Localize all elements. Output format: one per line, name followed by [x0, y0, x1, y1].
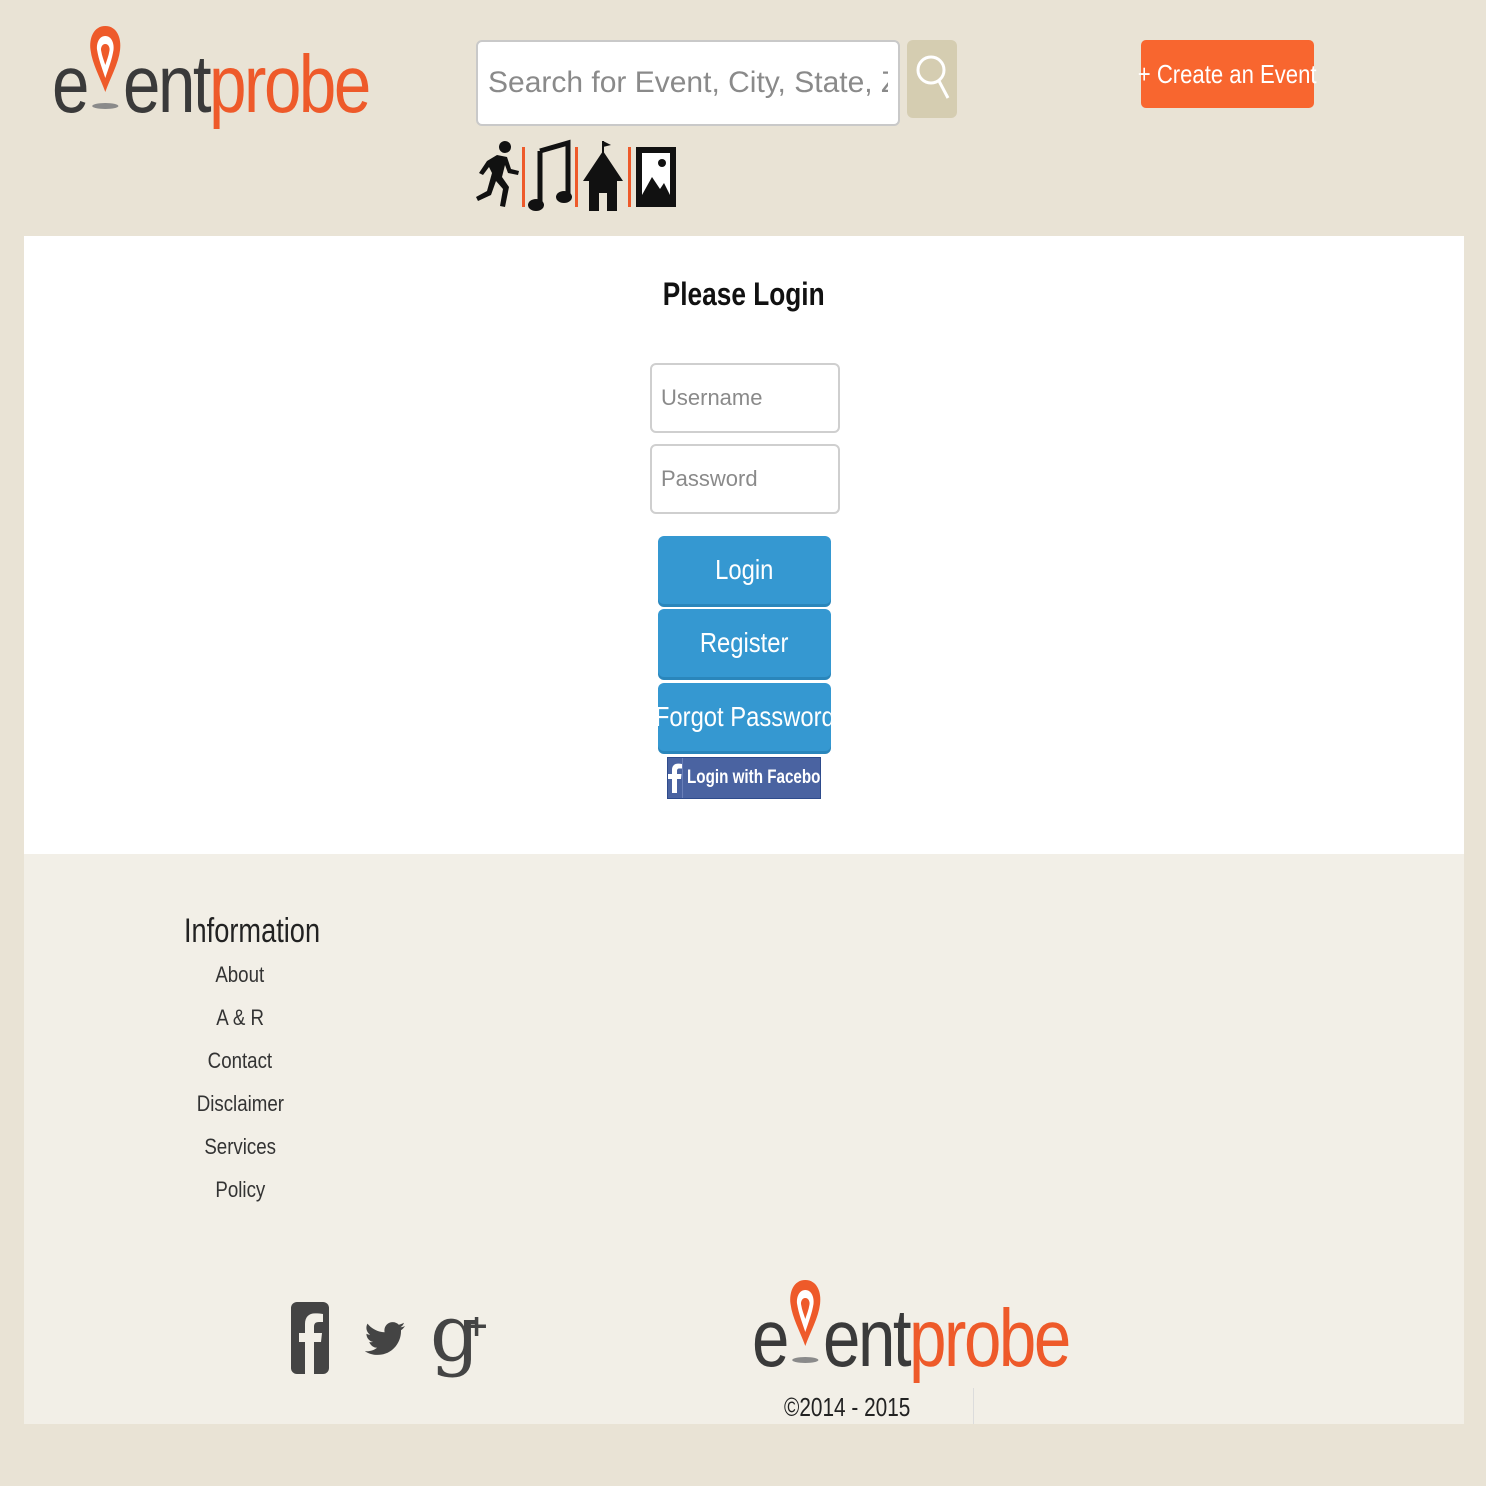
music-note-icon[interactable]: [527, 137, 573, 217]
sports-runner-icon[interactable]: [474, 137, 520, 217]
footer-link-services[interactable]: Services: [140, 1130, 340, 1173]
logo-text-probe: probe: [909, 1293, 1071, 1384]
forgot-password-button[interactable]: Forgot Password: [655, 683, 834, 751]
page-title: Please Login: [663, 276, 825, 312]
svg-text:+: +: [464, 1309, 489, 1344]
eventprobe-logo[interactable]: e ent probe: [52, 22, 371, 133]
footer-link-about[interactable]: About: [140, 958, 340, 1001]
logo-text-e: e: [752, 1293, 789, 1384]
footer-link-disclaimer[interactable]: Disclaimer: [140, 1087, 340, 1130]
password-field[interactable]: [650, 444, 840, 514]
footer-divider: [973, 1388, 974, 1424]
eventprobe-footer-logo[interactable]: e ent probe: [752, 1276, 1071, 1387]
twitter-icon[interactable]: [362, 1318, 408, 1358]
register-button[interactable]: Register: [658, 609, 831, 677]
search-button[interactable]: [907, 40, 957, 118]
circus-tent-icon[interactable]: [580, 137, 626, 217]
google-plus-icon[interactable]: g +: [430, 1290, 490, 1386]
category-divider: [522, 147, 525, 207]
logo-text-probe: probe: [209, 39, 371, 130]
footer-link-a-and-r[interactable]: A & R: [140, 1001, 340, 1044]
information-heading: Information: [184, 912, 321, 950]
category-bar: [474, 134, 679, 220]
facebook-login-button[interactable]: Login with Facebook: [667, 757, 838, 799]
logo-text-ent: ent: [123, 39, 212, 130]
category-divider: [575, 147, 578, 207]
search-input[interactable]: [476, 40, 900, 126]
location-pin-icon: [787, 1276, 823, 1387]
footer-link-contact[interactable]: Contact: [140, 1044, 340, 1087]
art-picture-icon[interactable]: [633, 137, 679, 217]
social-links: g +: [290, 1290, 490, 1386]
footer: Information About A & R Contact Disclaim…: [24, 854, 1464, 1424]
login-button[interactable]: Login: [658, 536, 831, 604]
logo-text-e: e: [52, 39, 89, 130]
facebook-icon[interactable]: [290, 1300, 330, 1376]
facebook-login-label: Login with Facebook: [687, 767, 839, 788]
category-divider: [628, 147, 631, 207]
copyright-text: ©2014 - 2015: [784, 1392, 911, 1422]
create-event-button[interactable]: + Create an Event: [1138, 40, 1317, 108]
login-panel: Please Login Login Register Forgot Passw…: [24, 236, 1464, 854]
forgot-password-label: Forgot Password: [654, 701, 835, 732]
information-links: About A & R Contact Disclaimer Services …: [140, 958, 340, 1216]
logo-text-ent: ent: [823, 1293, 912, 1384]
username-field[interactable]: [650, 363, 840, 433]
facebook-f-icon: [668, 758, 683, 798]
location-pin-icon: [87, 22, 123, 133]
create-event-label: + Create an Event: [1138, 58, 1317, 89]
search-icon: [914, 52, 950, 107]
footer-link-policy[interactable]: Policy: [140, 1173, 340, 1216]
login-button-label: Login: [715, 554, 774, 585]
register-button-label: Register: [700, 627, 789, 658]
